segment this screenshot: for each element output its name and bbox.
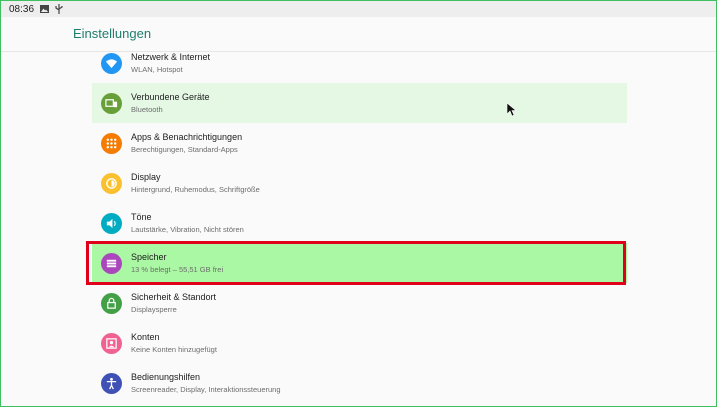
status-time: 08:36: [9, 3, 35, 15]
volume-icon: [101, 213, 122, 234]
accessibility-icon: [101, 373, 122, 394]
settings-item-sounds[interactable]: Töne Lautstärke, Vibration, Nicht stören: [92, 203, 627, 243]
settings-item-label: Netzwerk & Internet: [131, 52, 211, 62]
screen-frame: 08:36 Einstellungen Netzwerk & Internet …: [0, 0, 717, 407]
settings-item-summary: Hintergrund, Ruhemodus, Schriftgröße: [131, 185, 260, 194]
settings-item-security[interactable]: Sicherheit & Standort Displaysperre: [92, 283, 627, 323]
usb-icon: [55, 4, 63, 14]
status-bar: 08:36: [1, 1, 716, 17]
settings-item-label: Speicher: [131, 252, 167, 262]
brightness-icon: [101, 173, 122, 194]
settings-item-label: Konten: [131, 332, 160, 342]
settings-item-summary: Bluetooth: [131, 105, 163, 114]
settings-item-accessibility[interactable]: Bedienungshilfen Screenreader, Display, …: [92, 363, 627, 403]
settings-item-summary: Berechtigungen, Standard-Apps: [131, 145, 238, 154]
settings-item-connected-devices[interactable]: Verbundene Geräte Bluetooth: [92, 83, 627, 123]
settings-item-summary: Keine Konten hinzugefügt: [131, 345, 217, 354]
settings-item-accounts[interactable]: Konten Keine Konten hinzugefügt: [92, 323, 627, 363]
settings-item-label: Sicherheit & Standort: [131, 292, 217, 302]
settings-item-network[interactable]: Netzwerk & Internet WLAN, Hotspot: [92, 43, 627, 83]
settings-item-summary: 13 % belegt – 55,51 GB frei: [131, 265, 224, 274]
devices-icon: [101, 93, 122, 114]
apps-icon: [101, 133, 122, 154]
settings-item-label: Apps & Benachrichtigungen: [131, 132, 243, 142]
account-icon: [101, 333, 122, 354]
settings-item-display[interactable]: Display Hintergrund, Ruhemodus, Schriftg…: [92, 163, 627, 203]
page-title: Einstellungen: [73, 26, 152, 41]
settings-item-summary: WLAN, Hotspot: [131, 65, 183, 74]
lock-icon: [101, 293, 122, 314]
settings-item-summary: Screenreader, Display, Interaktionssteue…: [131, 385, 281, 394]
mouse-cursor-icon: [506, 102, 517, 117]
settings-item-storage[interactable]: Speicher 13 % belegt – 55,51 GB frei: [92, 243, 627, 283]
settings-item-label: Verbundene Geräte: [131, 92, 210, 102]
settings-item-summary: Displaysperre: [131, 305, 177, 314]
storage-icon: [101, 253, 122, 274]
settings-item-summary: Lautstärke, Vibration, Nicht stören: [131, 225, 244, 234]
image-icon: [40, 5, 50, 13]
wifi-icon: [101, 53, 122, 74]
settings-item-label: Display: [131, 172, 161, 182]
settings-item-label: Töne: [131, 212, 152, 222]
settings-item-label: Bedienungshilfen: [131, 372, 201, 382]
settings-item-apps[interactable]: Apps & Benachrichtigungen Berechtigungen…: [92, 123, 627, 163]
